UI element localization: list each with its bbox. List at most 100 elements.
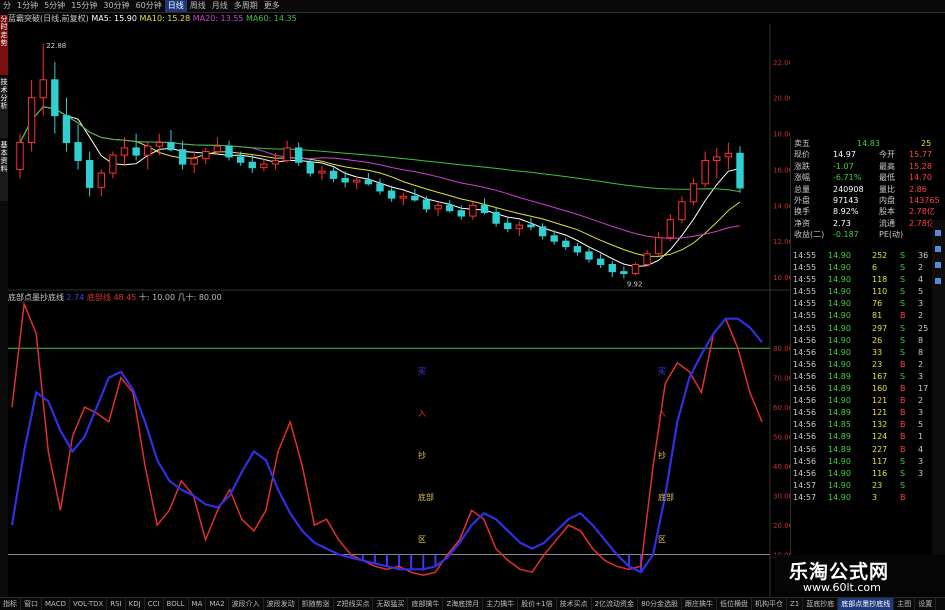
indicator-tab[interactable]: Z短线买点 (334, 598, 374, 610)
trade-cell: 3 (918, 299, 924, 309)
toolbox-icon[interactable] (935, 230, 941, 236)
period-tab[interactable]: 月线 (209, 0, 231, 12)
quote-v1: 2.73 (833, 218, 851, 228)
trade-cell: 14:56 (793, 468, 817, 478)
period-tab[interactable]: 5分钟 (41, 0, 68, 12)
quote-l1: 外盘 (794, 195, 810, 205)
indicator-tab[interactable]: Z1 (787, 598, 804, 610)
candle-body (353, 179, 361, 183)
period-tab[interactable]: 分 (0, 0, 14, 12)
indicator-tab[interactable]: 指标 (0, 598, 21, 610)
quote-row: 换手 8.92% 股本 2.78亿 (791, 206, 945, 217)
period-toolbar: 分 1分钟 5分钟 15分钟 30分钟 60分钟 日线 周线 月线 多周期 更多 (0, 0, 945, 13)
indicator-tab[interactable]: RSI (107, 598, 126, 610)
left-tab[interactable]: 分时走势 (0, 15, 8, 75)
quote-l1: 换手 (794, 207, 810, 217)
indicator-tab[interactable]: 技术买点 (557, 598, 592, 610)
period-tab[interactable]: 多周期 (231, 0, 261, 12)
indicator-tab[interactable]: 低位横盘 (717, 598, 752, 610)
quote-l2: 最高 (879, 161, 895, 171)
trade-cell: 14.89 (828, 384, 851, 394)
period-tab[interactable]: 周线 (187, 0, 209, 12)
indicator-tab[interactable]: 蓝底抄底 (803, 598, 839, 610)
indicator-tab[interactable]: BOLL (164, 598, 189, 610)
candle (504, 217, 512, 233)
ma10-label: MA10: 15.28 (139, 14, 191, 23)
indicator-tab[interactable]: Z海底捞月 (443, 598, 484, 610)
indicator-tab[interactable]: 主图 (894, 598, 916, 610)
toolbox-icon[interactable] (935, 278, 941, 284)
indicator-tab[interactable]: CCI (145, 598, 164, 610)
indicator-tab[interactable]: VOL-TDX (70, 598, 108, 610)
candle (480, 198, 489, 215)
quote-l1: 现价 (794, 150, 810, 160)
period-tab[interactable]: 60分钟 (133, 0, 165, 12)
candle-body (225, 145, 233, 158)
candle-body (260, 163, 268, 169)
indicator-tab[interactable]: MA (189, 598, 207, 610)
candle (713, 147, 721, 179)
toolbox-icon[interactable] (935, 246, 941, 252)
candle-body (585, 251, 593, 260)
candle-body (573, 246, 582, 253)
candle-body (74, 142, 82, 161)
indicator-tab[interactable]: 2亿流动资金 (592, 598, 639, 610)
osc-tick: 80.00 (773, 345, 790, 353)
trade-cell: 14.90 (828, 251, 851, 260)
trade-cell: 14.90 (828, 359, 851, 369)
indicator-tab[interactable]: 底部擒牛 (408, 598, 444, 610)
trade-cell: 14.89 (828, 371, 851, 381)
indicator-tab[interactable]: 设置 (915, 598, 937, 610)
trade-cell: S (900, 480, 906, 490)
trade-cell: 2 (918, 359, 924, 369)
trade-cell: 5 (918, 420, 924, 430)
right-scroll-strip[interactable] (932, 220, 945, 555)
indicator-tab[interactable]: MACD (42, 598, 70, 610)
candle-body (701, 159, 709, 185)
candle (573, 242, 582, 256)
candle (62, 97, 71, 152)
indicator-tab[interactable]: 无敌猛买 (373, 598, 409, 610)
left-tab[interactable]: 基本资料 (0, 141, 8, 201)
trade-row: 14:55 14.90 6 S 2 (790, 262, 932, 274)
indicator-tab[interactable]: MA2 (206, 598, 229, 610)
indicator-tab[interactable]: 抓随势涨 (299, 598, 334, 610)
indicator-tab[interactable]: 跟庄擒牛 (682, 598, 717, 610)
quote-v2: 2.86 (909, 184, 927, 194)
toolbox-icon[interactable] (935, 262, 941, 268)
indicator-tab[interactable]: 窗口 (21, 598, 42, 610)
candle (16, 133, 24, 179)
quote-v1: 97143 (833, 195, 859, 205)
indicator-tab[interactable]: 波段发动 (264, 598, 299, 610)
indicator-tab[interactable]: 主力擒牛 (483, 598, 519, 610)
period-tab[interactable]: 日线 (164, 0, 187, 12)
period-tab[interactable]: 30分钟 (100, 0, 132, 12)
indicator-tab[interactable]: KDJ (126, 598, 145, 610)
price-tick: 22.00 (773, 59, 790, 67)
candle (434, 201, 442, 217)
period-tab[interactable]: 更多 (261, 0, 283, 12)
trade-row: 14:56 14.89 167 S 3 (790, 371, 932, 383)
trade-cell: S (900, 456, 906, 466)
indicator-tab[interactable]: 底部点墨抄底线 (838, 598, 895, 610)
period-tab[interactable]: 1分钟 (14, 0, 41, 12)
quote-v1: 8.92% (833, 207, 859, 217)
trade-cell: 14:55 (793, 287, 817, 297)
left-tab[interactable]: 技术分析 (0, 78, 8, 138)
trade-row: 14:55 14.90 76 S 3 (790, 298, 932, 310)
trade-row: 14:57 14.90 3 B (790, 492, 932, 504)
trade-cell: 23 (872, 480, 883, 490)
candle (353, 176, 361, 190)
candle (295, 142, 303, 166)
indicator-tab[interactable]: 80分金选股 (638, 598, 682, 610)
indicator-tab[interactable]: 波段介入 (229, 598, 264, 610)
candle (260, 158, 268, 172)
trade-cell: S (900, 275, 906, 285)
period-tab[interactable]: 15分钟 (68, 0, 100, 12)
trade-row: 14:56 14.90 117 S 3 (790, 456, 932, 468)
indicator-tab[interactable]: 机构平仓 (752, 598, 787, 610)
candle (27, 79, 36, 152)
trade-cell: 14:56 (793, 432, 817, 442)
trade-cell: 14:55 (793, 263, 817, 273)
indicator-tab[interactable]: 股价+1倍 (518, 598, 557, 610)
